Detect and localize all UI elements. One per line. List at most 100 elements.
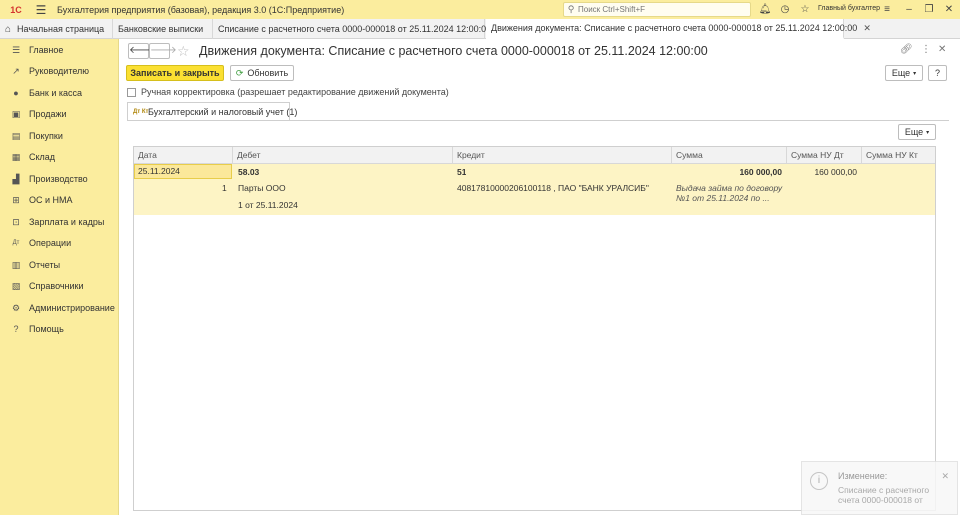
debit-credit-icon: Дт Кт [133,108,149,115]
chart-icon: ↗ [12,65,20,76]
settings-menu-icon[interactable]: ≡ [879,2,895,17]
tab-accounting[interactable]: Дт Кт Бухгалтерский и налоговый учет (1) [127,102,297,120]
table-header: Дата Дебет Кредит Сумма Сумма НУ Дт Сумм… [134,147,935,164]
help-button[interactable]: ? [928,65,947,81]
document-form: 🡐 🡒 ☆ Движения документа: Списание с рас… [120,39,960,515]
open-tabs-bar: ⌂ Начальная страница Банковские выписки … [0,19,960,39]
current-user[interactable]: Главный бухгалтер [818,5,880,12]
bank-icon: ● [13,88,19,98]
row-date[interactable]: 25.11.2024 [134,164,232,179]
sidebar-item-manager[interactable]: ↗ Руководителю [0,62,119,80]
notification-text[interactable]: Списание с расчетного счета 0000-000018 … [838,485,938,505]
sidebar-item-warehouse[interactable]: ▦ Склад [0,148,119,166]
close-form-icon[interactable]: ✕ [938,44,946,55]
tab-bank-statements[interactable]: Банковские выписки [113,19,213,39]
main-menu-icon[interactable]: ☰ [33,3,49,17]
app-logo[interactable]: 1С [5,3,27,17]
search-input[interactable] [578,5,748,14]
operations-icon: Дт [12,240,20,246]
factory-icon: ▟ [12,173,20,184]
sidebar-item-main[interactable]: ☰ Главное [0,41,119,59]
title-bar: 1С ☰ Бухгалтерия предприятия (базовая), … [0,0,960,19]
sidebar-item-purchases[interactable]: ▤ Покупки [0,127,119,145]
row-amount-nu-dt[interactable]: 160 000,00 [789,167,857,177]
refresh-button[interactable]: ⟳ Обновить [230,65,294,81]
history-icon[interactable]: ◷ [777,2,793,17]
search-box[interactable]: ⚲ [563,2,751,17]
tab-label: Движения документа: Списание с расчетног… [491,23,858,33]
chevron-down-icon: ▾ [926,129,930,136]
sidebar-item-catalogs[interactable]: ▧ Справочники [0,277,119,295]
more-button[interactable]: Еще ▾ [885,65,923,81]
favorite-star-icon[interactable]: ☆ [177,43,190,60]
gear-icon: ⚙ [11,302,21,313]
manual-edit-option[interactable]: Ручная корректировка (разрешает редактир… [127,87,449,97]
reports-icon: ▥ [11,259,21,270]
table-row[interactable]: 25.11.2024 1 58.03 Парты ООО 1 от 25.11.… [134,164,935,215]
column-amount-nu-kt[interactable]: Сумма НУ Кт [862,147,935,164]
column-date[interactable]: Дата [134,147,233,164]
column-amount-nu-dt[interactable]: Сумма НУ Дт [787,147,862,164]
refresh-icon: ⟳ [235,67,244,78]
sidebar-item-production[interactable]: ▟ Производство [0,170,119,188]
close-icon[interactable]: ✕ [941,2,957,17]
row-description[interactable]: Выдача займа по договору №1 от 25.11.202… [676,183,786,207]
book-icon: ▧ [11,280,21,291]
sections-sidebar: ☰ Главное ↗ Руководителю ● Банк и касса ▣ Пр… [0,39,119,515]
column-amount[interactable]: Сумма [672,147,787,164]
sidebar-item-reports[interactable]: ▥ Отчеты [0,256,119,274]
row-number: 1 [222,183,227,193]
minimize-icon[interactable]: – [901,2,917,17]
app-title: Бухгалтерия предприятия (базовая), редак… [57,4,345,15]
tab-payment-document[interactable]: Списание с расчетного счета 0000-000018 … [213,19,505,39]
save-and-close-button[interactable]: Записать и закрыть [126,65,224,81]
more-label: Еще [891,68,911,78]
menu-icon: ☰ [11,44,21,55]
more-vertical-icon[interactable]: ⋮ [921,44,931,55]
sidebar-item-sales[interactable]: ▣ Продажи [0,105,119,123]
favorites-star-icon[interactable]: ☆ [797,2,813,17]
tab-document-movements[interactable]: Движения документа: Списание с расчетног… [486,19,871,39]
sidebar-item-bank[interactable]: ● Банк и касса [0,84,119,102]
warehouse-icon: ▦ [11,151,21,162]
sidebar-item-help[interactable]: ? Помощь [0,320,119,338]
tab-home[interactable]: ⌂ Начальная страница [0,19,113,39]
sidebar-item-payroll[interactable]: ⊡ Зарплата и кадры [0,213,119,231]
people-icon: ⊡ [12,216,20,227]
close-notification-icon[interactable]: ✕ [941,471,949,482]
row-debit-subconto-2[interactable]: 1 от 25.11.2024 [238,200,298,210]
chevron-down-icon: ▾ [913,70,917,77]
row-amount[interactable]: 160 000,00 [674,167,782,177]
row-credit-account[interactable]: 51 [457,167,466,177]
sidebar-item-administration[interactable]: ⚙ Администрирование [0,299,119,317]
help-icon: ? [13,324,19,334]
sidebar-item-assets[interactable]: ⊞ ОС и НМА [0,191,119,209]
tab-label: Банковские выписки [118,24,204,34]
info-icon: i [810,472,828,490]
entries-table[interactable]: Дата Дебет Кредит Сумма Сумма НУ Дт Сумм… [133,146,936,511]
manual-edit-checkbox[interactable] [127,87,136,97]
sidebar-item-operations[interactable]: Дт Операции [0,234,119,252]
change-notification[interactable]: i Изменение: Списание с расчетного счета… [801,461,958,515]
row-debit-account[interactable]: 58.03 [238,167,259,177]
bell-icon[interactable]: 🔔︎ [757,2,773,17]
column-debit[interactable]: Дебет [233,147,453,164]
close-tab-icon[interactable]: ✕ [863,23,871,34]
table-more-button[interactable]: Еще ▾ [898,124,936,140]
tab-accounting-label: Бухгалтерский и налоговый учет (1) [148,106,298,117]
row-credit-subconto-1[interactable]: 40817810000206100118 , ПАО "БАНК УРАЛСИБ… [457,183,669,193]
search-icon: ⚲ [567,4,575,14]
assets-icon: ⊞ [12,194,20,205]
forward-button[interactable]: 🡒 [149,43,177,59]
cart-icon: ▤ [11,130,21,141]
link-icon[interactable]: 🔗︎ [900,44,913,55]
back-button[interactable]: 🡐 [128,43,156,59]
row-debit-subconto-1[interactable]: Парты ООО [238,183,286,193]
manual-edit-label: Ручная корректировка (разрешает редактир… [141,87,449,97]
notification-title: Изменение: [838,471,888,481]
column-credit[interactable]: Кредит [453,147,672,164]
sales-icon: ▣ [11,108,21,119]
refresh-label: Обновить [247,68,289,78]
maximize-icon[interactable]: ❐ [921,2,937,17]
tab-label: Списание с расчетного счета 0000-000018 … [218,24,492,34]
